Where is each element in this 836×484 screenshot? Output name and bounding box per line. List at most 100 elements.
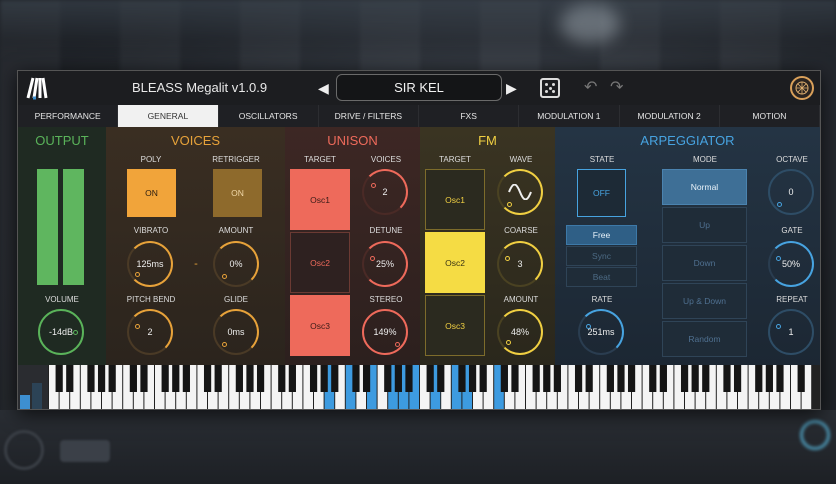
tab-motion[interactable]: MOTION	[720, 105, 820, 127]
black-key[interactable]	[172, 365, 180, 392]
black-key[interactable]	[320, 365, 328, 392]
black-key[interactable]	[309, 365, 318, 392]
black-key[interactable]	[733, 365, 742, 392]
tab-fxs[interactable]: FXs	[419, 105, 520, 127]
fm-amount-knob[interactable]: 48%	[497, 309, 543, 355]
black-key[interactable]	[479, 365, 487, 392]
black-key[interactable]	[691, 365, 699, 392]
black-key[interactable]	[108, 365, 116, 392]
black-key[interactable]	[256, 365, 265, 392]
black-key[interactable]	[553, 365, 561, 392]
black-key[interactable]	[394, 365, 402, 392]
black-key[interactable]	[129, 365, 137, 392]
arp-octave-knob[interactable]: 0	[768, 169, 814, 215]
black-key[interactable]	[776, 365, 784, 392]
keyboard-keys[interactable]	[49, 365, 820, 409]
stereo-knob[interactable]: 149%	[362, 309, 408, 355]
black-key[interactable]	[585, 365, 593, 392]
preset-name[interactable]: SIR KEL	[336, 74, 502, 101]
arp-state-button[interactable]: OFF	[577, 169, 626, 217]
black-key[interactable]	[97, 365, 106, 392]
arp-repeat-knob[interactable]: 1	[768, 309, 814, 355]
black-key[interactable]	[87, 365, 95, 392]
fm-coarse-knob[interactable]: 3	[497, 241, 543, 287]
tab-modulation-2[interactable]: MODULATION 2	[620, 105, 720, 127]
black-key[interactable]	[797, 365, 805, 392]
black-key[interactable]	[246, 365, 254, 392]
tab-modulation-1[interactable]: MODULATION 1	[519, 105, 620, 127]
black-key[interactable]	[500, 365, 508, 392]
black-key[interactable]	[437, 365, 445, 392]
black-key[interactable]	[458, 365, 466, 392]
black-key[interactable]	[161, 365, 169, 392]
fm-target-osc3[interactable]: Osc3	[425, 295, 485, 356]
black-key[interactable]	[702, 365, 710, 392]
black-key[interactable]	[278, 365, 286, 392]
black-key[interactable]	[574, 365, 583, 392]
black-key[interactable]	[140, 365, 148, 392]
fm-target-osc1[interactable]: Osc1	[425, 169, 485, 230]
black-key[interactable]	[765, 365, 773, 392]
menu-icon[interactable]	[790, 76, 814, 100]
piano-keyboard[interactable]	[18, 365, 820, 409]
black-key[interactable]	[362, 365, 371, 392]
arp-mode-up[interactable]: Up	[662, 207, 747, 243]
black-key[interactable]	[468, 365, 477, 392]
tab-general[interactable]: GENERAL	[118, 105, 219, 127]
arp-mode-down[interactable]: Down	[662, 245, 747, 281]
black-key[interactable]	[532, 365, 540, 392]
black-key[interactable]	[55, 365, 63, 392]
black-key[interactable]	[627, 365, 636, 392]
arp-sync-free[interactable]: Free	[566, 225, 637, 245]
black-key[interactable]	[723, 365, 731, 392]
redo-icon[interactable]: ↷	[610, 77, 623, 97]
arp-sync-sync[interactable]: Sync	[566, 246, 637, 266]
black-key[interactable]	[66, 365, 74, 392]
black-key[interactable]	[352, 365, 360, 392]
undo-icon[interactable]: ↶	[584, 77, 597, 97]
volume-knob[interactable]: -14dB	[38, 309, 84, 355]
retrigger-button[interactable]: ON	[213, 169, 262, 217]
black-key[interactable]	[649, 365, 657, 392]
poly-button[interactable]: ON	[127, 169, 176, 217]
black-key[interactable]	[182, 365, 190, 392]
tab-oscillators[interactable]: OSCILLATORS	[219, 105, 319, 127]
black-key[interactable]	[203, 365, 212, 392]
next-preset-icon[interactable]: ▶	[506, 80, 517, 97]
unison-voices-knob[interactable]: 2	[362, 169, 408, 215]
detune-knob[interactable]: 25%	[362, 241, 408, 287]
black-key[interactable]	[680, 365, 689, 392]
unison-target-osc2[interactable]: Osc2	[290, 232, 350, 293]
black-key[interactable]	[426, 365, 434, 392]
tab-drive-filters[interactable]: DRIVE / FILTERS	[319, 105, 419, 127]
arp-mode-up-down[interactable]: Up & Down	[662, 283, 747, 319]
black-key[interactable]	[543, 365, 551, 392]
black-key[interactable]	[214, 365, 222, 392]
black-key[interactable]	[755, 365, 763, 392]
black-key[interactable]	[331, 365, 339, 392]
fm-wave-knob[interactable]	[497, 169, 543, 215]
tab-performance[interactable]: PERFORMANCE	[18, 105, 119, 127]
vibrato-amount-knob[interactable]: 0%	[213, 241, 259, 287]
arp-mode-normal[interactable]: Normal	[662, 169, 747, 205]
black-key[interactable]	[511, 365, 519, 392]
arp-sync-beat[interactable]: Beat	[566, 267, 637, 287]
black-key[interactable]	[606, 365, 614, 392]
vibrato-knob[interactable]: 125ms	[127, 241, 173, 287]
arp-gate-knob[interactable]: 50%	[768, 241, 814, 287]
arp-mode-random[interactable]: Random	[662, 321, 747, 357]
black-key[interactable]	[288, 365, 296, 392]
black-key[interactable]	[617, 365, 625, 392]
pitch-bend-knob[interactable]: 2	[127, 309, 173, 355]
glide-knob[interactable]: 0ms	[213, 309, 259, 355]
black-key[interactable]	[384, 365, 392, 392]
prev-preset-icon[interactable]: ◀	[318, 80, 329, 97]
fm-target-osc2[interactable]: Osc2	[425, 232, 485, 293]
unison-target-osc1[interactable]: Osc1	[290, 169, 350, 230]
black-key[interactable]	[235, 365, 243, 392]
black-key[interactable]	[659, 365, 667, 392]
black-key[interactable]	[405, 365, 413, 392]
randomize-dice-icon[interactable]	[540, 78, 560, 98]
unison-target-osc3[interactable]: Osc3	[290, 295, 350, 356]
arp-rate-knob[interactable]: 251ms	[578, 309, 624, 355]
